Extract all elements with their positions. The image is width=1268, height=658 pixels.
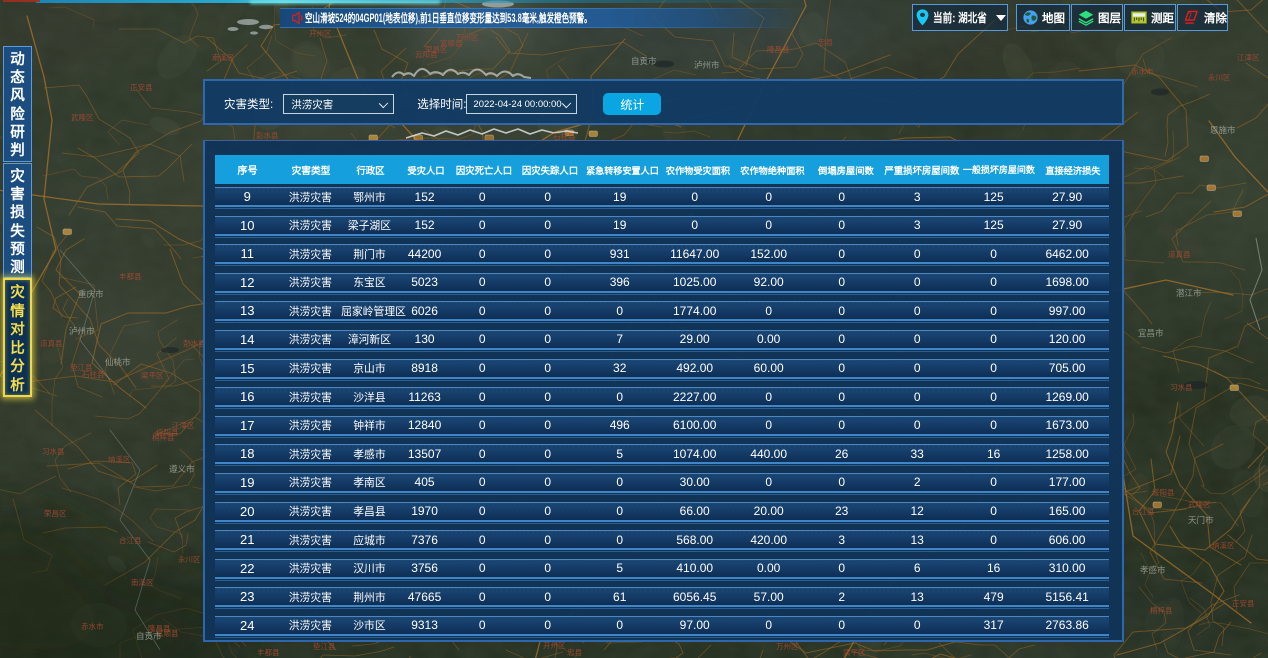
svg-text:垫江县: 垫江县 xyxy=(313,641,336,651)
svg-text:永川区: 永川区 xyxy=(1208,72,1231,82)
svg-text:合江县: 合江县 xyxy=(1132,506,1155,516)
svg-text:宜昌市: 宜昌市 xyxy=(1138,328,1164,338)
svg-text:合江县: 合江县 xyxy=(119,535,142,545)
svg-text:道真县: 道真县 xyxy=(1168,249,1191,259)
svg-text:武隆区: 武隆区 xyxy=(1188,499,1211,509)
svg-text:道真县: 道真县 xyxy=(40,338,63,348)
svg-text:仙桃市: 仙桃市 xyxy=(105,357,131,367)
svg-text:万州区: 万州区 xyxy=(776,642,799,651)
svg-text:梁平区: 梁平区 xyxy=(141,371,164,380)
svg-text:武隆区: 武隆区 xyxy=(71,112,94,122)
svg-text:潜江市: 潜江市 xyxy=(1176,288,1202,298)
svg-text:南溪区: 南溪区 xyxy=(212,52,235,62)
svg-text:天门市: 天门市 xyxy=(1188,515,1214,525)
svg-text:绥阳县: 绥阳县 xyxy=(156,427,179,437)
svg-text:忠县: 忠县 xyxy=(567,648,582,657)
svg-text:纳溪区: 纳溪区 xyxy=(108,454,131,464)
svg-text:孝感市: 孝感市 xyxy=(1140,565,1166,575)
svg-text:开州区: 开州区 xyxy=(543,641,566,650)
svg-text:自贡市: 自贡市 xyxy=(136,631,162,641)
svg-text:江津区: 江津区 xyxy=(1237,53,1260,62)
svg-text:桐梓县: 桐梓县 xyxy=(1150,605,1173,615)
svg-text:泸州市: 泸州市 xyxy=(694,60,720,70)
svg-text:习水县: 习水县 xyxy=(42,446,65,456)
svg-text:正安县: 正安县 xyxy=(130,82,153,92)
svg-text:赤水市: 赤水市 xyxy=(1131,66,1154,76)
svg-text:丰都县: 丰都县 xyxy=(119,271,142,281)
svg-text:彭水县: 彭水县 xyxy=(256,130,279,140)
svg-text:梁平区: 梁平区 xyxy=(843,648,866,657)
svg-text:忠县: 忠县 xyxy=(818,38,833,47)
svg-text:荣昌区: 荣昌区 xyxy=(44,508,67,518)
svg-text:丰都县: 丰都县 xyxy=(257,647,280,657)
svg-text:永川区: 永川区 xyxy=(178,554,201,564)
svg-text:垫江县: 垫江县 xyxy=(70,362,93,372)
svg-text:自贡市: 自贡市 xyxy=(631,56,657,66)
svg-text:恩施市: 恩施市 xyxy=(1210,125,1236,135)
svg-text:纳溪区: 纳溪区 xyxy=(1212,540,1235,550)
svg-text:开州区: 开州区 xyxy=(309,29,332,38)
svg-text:泸州市: 泸州市 xyxy=(69,326,95,336)
svg-text:绥阳县: 绥阳县 xyxy=(1152,487,1175,497)
svg-text:南溪区: 南溪区 xyxy=(131,577,154,587)
svg-text:重庆市: 重庆市 xyxy=(78,289,104,299)
svg-text:隆昌县: 隆昌县 xyxy=(767,44,790,54)
svg-text:荣昌区: 荣昌区 xyxy=(425,44,448,54)
svg-text:习水县: 习水县 xyxy=(1170,382,1193,392)
svg-text:赤水市: 赤水市 xyxy=(81,621,104,631)
svg-text:正安县: 正安县 xyxy=(1232,598,1255,608)
svg-text:遵义市: 遵义市 xyxy=(169,464,195,474)
